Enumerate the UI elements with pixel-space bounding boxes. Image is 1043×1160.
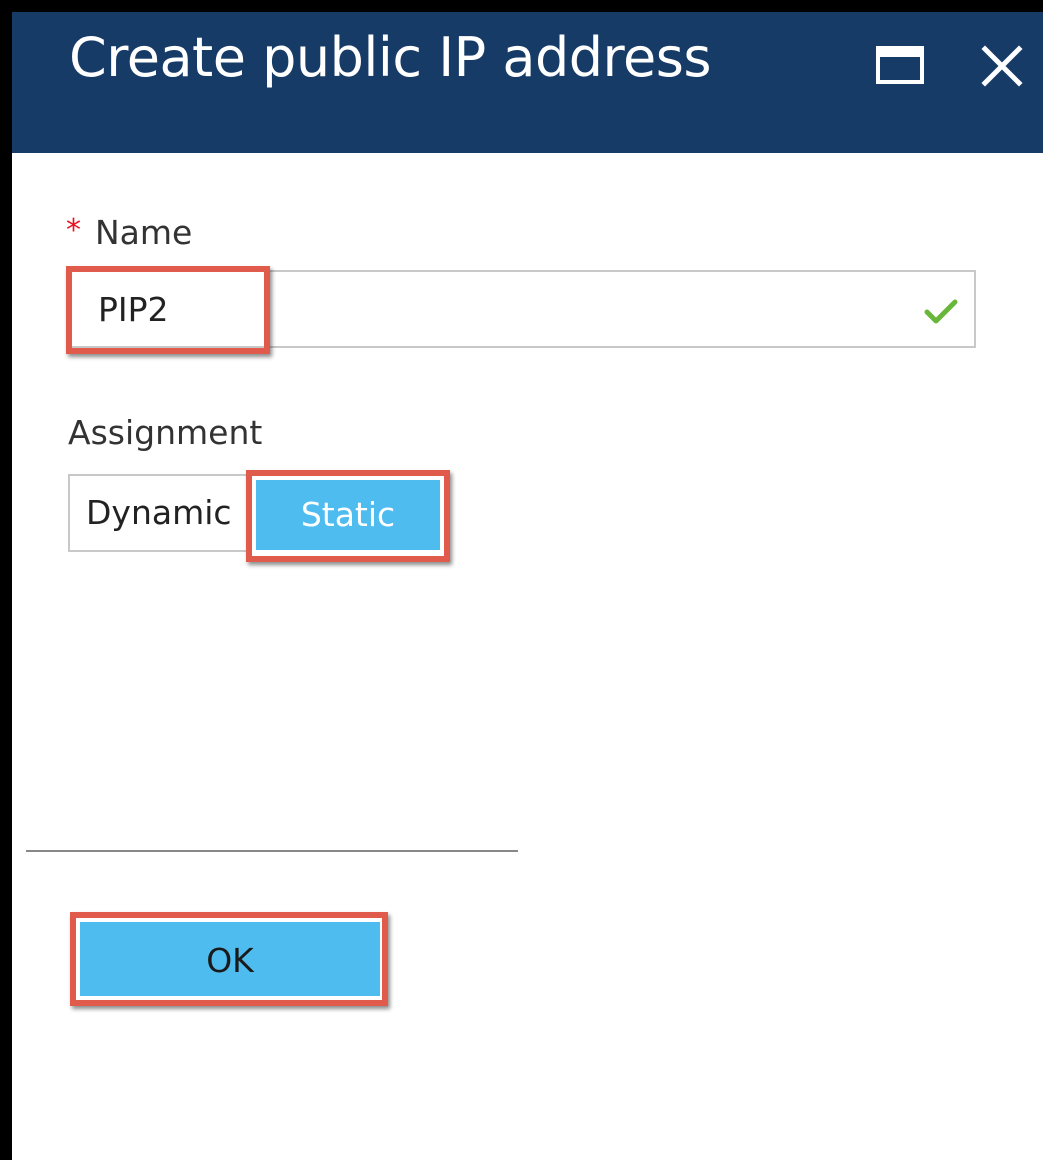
name-label-row: * Name — [66, 210, 192, 256]
blade-title: Create public IP address — [69, 26, 712, 89]
assignment-label: Assignment — [68, 413, 263, 452]
ok-button[interactable]: OK — [80, 922, 380, 996]
assignment-option-static[interactable]: Static — [256, 480, 440, 550]
assignment-option-dynamic[interactable]: Dynamic — [68, 474, 250, 552]
close-icon[interactable] — [980, 44, 1024, 88]
required-marker: * — [66, 213, 81, 248]
footer-divider — [26, 850, 518, 852]
checkmark-icon — [924, 298, 958, 326]
blade-header: Create public IP address — [12, 12, 1043, 153]
maximize-icon[interactable] — [876, 46, 924, 84]
name-label: Name — [95, 213, 193, 252]
name-input[interactable]: PIP2 — [66, 270, 976, 348]
name-input-value: PIP2 — [98, 290, 169, 329]
